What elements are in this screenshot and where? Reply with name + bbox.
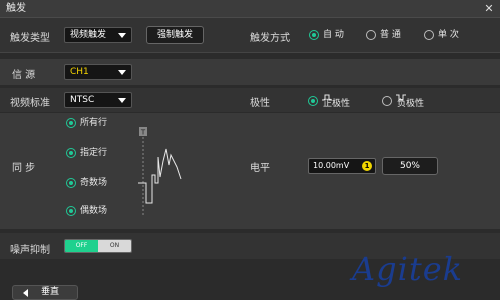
trigger-mode-auto-label: 自 动 bbox=[323, 30, 344, 40]
level-value: 10.00mV bbox=[313, 161, 350, 170]
source-row: 信 源 CH1 bbox=[0, 59, 500, 85]
radio-unselected-icon bbox=[66, 178, 76, 188]
noise-reject-toggle[interactable]: OFF ON bbox=[64, 239, 132, 253]
agitek-watermark-logo: Agitek bbox=[352, 250, 464, 288]
radio-unselected-icon bbox=[366, 30, 376, 40]
sync-even-field-radio[interactable]: 偶数场 bbox=[66, 205, 107, 217]
source-value: CH1 bbox=[70, 67, 89, 77]
radio-unselected-icon bbox=[66, 206, 76, 216]
radio-unselected-icon bbox=[382, 96, 392, 106]
back-vertical-button[interactable]: 垂直 bbox=[12, 285, 78, 300]
radio-selected-icon bbox=[308, 96, 318, 106]
sync-specified-line-label: 指定行 bbox=[80, 148, 108, 158]
radio-unselected-icon bbox=[66, 148, 76, 158]
trigger-mode-normal-radio[interactable]: 普 通 bbox=[366, 29, 401, 41]
divider bbox=[0, 52, 500, 53]
source-label: 信 源 bbox=[12, 70, 36, 81]
trigger-mode-label: 触发方式 bbox=[250, 33, 290, 44]
sync-row: 同 步 所有行 指定行 奇数场 偶数场 T 电平 10.00mV 1 50% bbox=[0, 113, 500, 229]
sync-specified-line-radio[interactable]: 指定行 bbox=[66, 147, 107, 159]
trigger-marker-text: T bbox=[140, 129, 146, 137]
polarity-negative-label: 负极性 bbox=[397, 99, 425, 109]
trigger-type-row: 触发类型 视频触发 强制触发 触发方式 自 动 普 通 单 次 bbox=[0, 18, 500, 52]
radio-selected-icon bbox=[309, 30, 319, 40]
level-50-percent-button[interactable]: 50% bbox=[382, 157, 438, 175]
window-titlebar: 触发 ✕ bbox=[0, 0, 500, 18]
toggle-off-segment[interactable]: OFF bbox=[65, 240, 98, 252]
sync-even-field-label: 偶数场 bbox=[80, 206, 108, 216]
window-title: 触发 bbox=[6, 3, 26, 14]
trigger-mode-normal-label: 普 通 bbox=[380, 30, 401, 40]
noise-reject-label: 噪声抑制 bbox=[10, 245, 50, 256]
video-standard-row: 视频标准 NTSC 极性 正极性 负极性 bbox=[0, 88, 500, 112]
chevron-down-icon bbox=[118, 98, 126, 103]
sync-label: 同 步 bbox=[12, 163, 36, 174]
back-vertical-label: 垂直 bbox=[41, 287, 60, 297]
trigger-type-dropdown[interactable]: 视频触发 bbox=[64, 27, 132, 43]
polarity-label: 极性 bbox=[250, 98, 270, 109]
force-trigger-button[interactable]: 强制触发 bbox=[146, 26, 204, 44]
chevron-down-icon bbox=[118, 33, 126, 38]
sync-all-lines-label: 所有行 bbox=[80, 118, 108, 128]
trigger-type-label: 触发类型 bbox=[10, 33, 50, 44]
toggle-on-segment[interactable]: ON bbox=[98, 240, 131, 252]
video-standard-value: NTSC bbox=[70, 95, 95, 105]
trigger-mode-single-label: 单 次 bbox=[438, 30, 459, 40]
sync-all-lines-radio[interactable]: 所有行 bbox=[66, 117, 107, 129]
video-standard-dropdown[interactable]: NTSC bbox=[64, 92, 132, 108]
video-standard-label: 视频标准 bbox=[10, 98, 50, 109]
arrow-left-icon bbox=[23, 289, 28, 297]
trigger-mode-single-radio[interactable]: 单 次 bbox=[424, 29, 459, 41]
radio-unselected-icon bbox=[424, 30, 434, 40]
sync-odd-field-radio[interactable]: 奇数场 bbox=[66, 177, 107, 189]
polarity-negative-radio[interactable]: 负极性 bbox=[382, 94, 425, 109]
chevron-down-icon bbox=[118, 70, 126, 75]
trigger-type-value: 视频触发 bbox=[70, 30, 107, 40]
radio-selected-icon bbox=[66, 118, 76, 128]
video-waveform-illustration: T bbox=[138, 127, 182, 215]
polarity-positive-label: 正极性 bbox=[323, 99, 351, 109]
source-dropdown[interactable]: CH1 bbox=[64, 64, 132, 80]
knob-1-icon: 1 bbox=[362, 161, 372, 171]
sync-odd-field-label: 奇数场 bbox=[80, 178, 108, 188]
level-input[interactable]: 10.00mV 1 bbox=[308, 158, 376, 174]
level-label: 电平 bbox=[250, 163, 270, 174]
polarity-positive-radio[interactable]: 正极性 bbox=[308, 94, 351, 109]
close-icon[interactable]: ✕ bbox=[482, 2, 496, 16]
trigger-mode-auto-radio[interactable]: 自 动 bbox=[309, 29, 344, 41]
